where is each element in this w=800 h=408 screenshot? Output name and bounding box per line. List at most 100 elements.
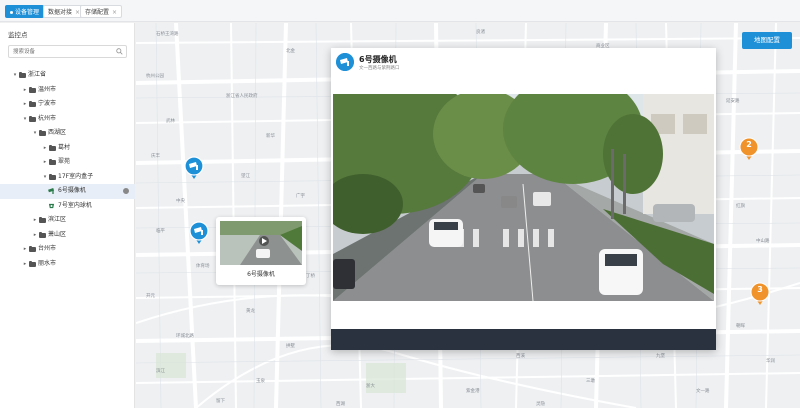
map-street-label: 临平 [156,229,165,234]
collapse-arrow-icon[interactable]: ▸ [22,257,28,272]
active-dot-icon [10,11,13,14]
map-street-label: 武林 [166,119,175,124]
collapse-arrow-icon[interactable]: ▸ [22,242,28,257]
tree-node[interactable]: ▾ 杭州市 [0,112,135,127]
tree-node-label: 葛村 [58,143,71,151]
folder-icon [49,144,56,151]
camera-pin-icon[interactable] [184,156,204,180]
map-view[interactable]: 石桥王湾路北金良渚商业区杭州北站杭州公园浙江省人民政府大关文晖长庆延安路武林新华… [136,23,800,408]
tree-node[interactable]: ▸ 丽水市 [0,257,135,272]
camera-video-popup[interactable]: 6号摄像机 文一西路与紫荆路口 [331,48,716,350]
tree-node[interactable]: ▸ 翠苑 [0,155,135,170]
map-street-label: 丁桥 [306,274,315,279]
video-stream[interactable] [333,94,714,301]
map-street-label: 杭州公园 [146,74,164,79]
tree-node-label: 萧山区 [48,230,67,238]
folder-icon [19,72,26,78]
collapse-arrow-icon[interactable]: ▸ [22,83,28,98]
tree-node-label: 7号室内球机 [58,201,92,209]
map-street-label: 延安路 [726,99,740,104]
folder-icon [29,86,36,93]
search-icon[interactable] [116,48,123,55]
map-street-label: 玉泉 [256,379,265,384]
collapse-arrow-icon[interactable]: ▸ [42,155,48,170]
folder-icon [29,260,36,267]
cluster-count: 3 [757,285,763,294]
map-street-label: 灵隐 [536,402,545,407]
map-street-label: 黄龙 [246,309,255,314]
collapse-arrow-icon[interactable]: ▸ [42,141,48,156]
map-street-label: 朝晖 [736,324,745,329]
map-street-label: 中山路 [756,239,770,244]
street-thumbnail-image [220,221,302,265]
map-config-button[interactable]: 地图配置 [742,32,792,49]
tree-node-label: 台州市 [38,245,57,252]
map-street-label: 体育场 [196,264,210,269]
close-icon[interactable]: × [112,9,117,16]
tree-node[interactable]: ▾ 17F室内盒子 [0,170,135,185]
expand-arrow-icon[interactable]: ▾ [12,68,18,83]
popup-title: 6号摄像机 [359,55,397,64]
camera-icon [48,188,55,194]
tree-node-label: 浙江省 [28,71,47,78]
tree-node[interactable]: ▸ 滨江区 [0,213,135,228]
cluster-marker[interactable]: 2 [739,137,759,161]
dome-camera-icon [48,203,55,208]
map-street-label: 九堡 [656,354,665,359]
camera-preview-caption: 6号摄像机 [247,271,275,278]
tree-node[interactable]: 6号摄像机 [0,184,135,199]
map-street-label: 拱墅 [286,344,295,349]
tree-node[interactable]: ▸ 萧山区 [0,228,135,243]
tree-node-label: 西湖区 [48,129,67,136]
tree-node-label: 温州市 [38,85,57,93]
tree-node[interactable]: ▸ 宁波市 [0,97,135,112]
collapse-arrow-icon[interactable]: ▸ [22,97,28,112]
map-street-label: 西溪 [516,354,525,359]
tree-node[interactable]: 7号室内球机 [0,199,135,214]
folder-icon [49,159,56,165]
map-street-label: 留下 [216,399,225,404]
camera-thumbnail[interactable] [220,221,302,265]
map-street-label: 良渚 [476,30,485,35]
camera-icon [336,53,354,71]
tree-node[interactable]: ▸ 台州市 [0,242,135,257]
tree-node-label: 宁波市 [38,100,57,107]
map-street-label: 红旗 [736,204,745,209]
map-street-label: 文一路 [696,389,710,394]
tree-node-label: 17F室内盒子 [58,172,94,180]
map-street-label: 新华 [266,134,275,139]
map-street-label: 环城北路 [176,334,194,339]
collapse-arrow-icon[interactable]: ▸ [32,213,38,228]
search-input[interactable] [13,47,113,57]
camera-pin-icon[interactable] [189,221,209,245]
tab-device-management[interactable]: 设备管理 [5,5,45,18]
folder-icon [29,115,36,122]
tab-storage-config[interactable]: 存储配置 × [80,5,123,18]
map-street-label: 广宇 [296,194,305,199]
tree-node[interactable]: ▸ 葛村 [0,141,135,156]
expand-arrow-icon[interactable]: ▾ [22,112,28,127]
tab-data-integration[interactable]: 数据对接 × [43,5,86,18]
tree-node-label: 滨江区 [48,216,67,223]
map-street-label: 开元 [146,294,155,299]
camera-preview-popup[interactable]: 6号摄像机 [216,217,306,285]
tree-node[interactable]: ▾ 西湖区 [0,126,135,141]
expand-arrow-icon[interactable]: ▾ [42,170,48,185]
settings-gear-icon[interactable] [123,188,129,194]
search-box[interactable] [8,45,127,58]
folder-icon [49,173,56,180]
map-street-label: 华润 [766,359,775,364]
map-street-label: 庆丰 [151,154,160,159]
map-street-label: 滨江 [156,369,165,374]
video-control-bar[interactable] [331,329,716,350]
map-street-label: 西湖 [336,402,345,407]
tree-node[interactable]: ▸ 温州市 [0,83,135,98]
tree-node[interactable]: ▾ 浙江省 [0,68,135,83]
cluster-marker[interactable]: 3 [750,282,770,306]
tree-node-label: 6号摄像机 [58,187,86,194]
panel-title: 监控点 [8,31,28,39]
folder-icon [39,231,46,238]
expand-arrow-icon[interactable]: ▾ [32,126,38,141]
folder-icon [29,246,36,252]
collapse-arrow-icon[interactable]: ▸ [32,228,38,243]
